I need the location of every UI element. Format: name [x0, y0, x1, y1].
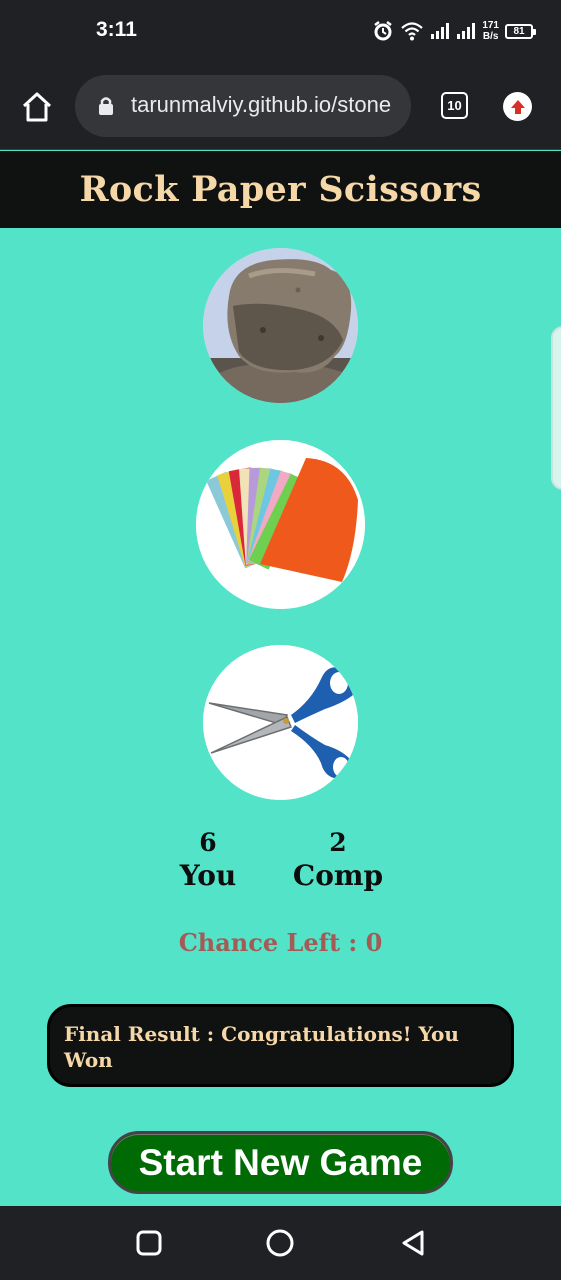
chance-left: Chance Left : 0: [0, 928, 561, 957]
address-bar[interactable]: tarunmalviy.github.io/stone: [75, 75, 411, 137]
score-you-label: You: [179, 859, 237, 892]
navigation-bar: [0, 1206, 561, 1280]
home-icon[interactable]: [20, 90, 54, 124]
signal-icon: [430, 22, 450, 40]
battery-icon: 81: [505, 23, 536, 39]
scissors-image[interactable]: [203, 645, 358, 800]
lock-icon[interactable]: [98, 96, 114, 120]
triangle-back-icon[interactable]: [398, 1228, 428, 1258]
status-icons: 171 B/s 81: [372, 14, 536, 48]
chance-left-text: Chance Left : 0: [178, 928, 383, 957]
circle-icon[interactable]: [265, 1228, 295, 1258]
tabs-icon[interactable]: 10: [441, 92, 468, 119]
alarm-icon: [372, 20, 394, 42]
wifi-icon: [400, 20, 424, 42]
update-arrow-icon[interactable]: [503, 92, 532, 121]
network-speed: 171 B/s: [482, 20, 499, 42]
paper-choice[interactable]: [196, 440, 365, 609]
battery-level: 81: [513, 25, 525, 37]
start-new-game-button[interactable]: Start New Game: [108, 1131, 453, 1194]
square-icon[interactable]: [134, 1228, 164, 1258]
scissors-choice[interactable]: [203, 645, 358, 800]
status-time: 3:11: [96, 18, 137, 41]
score-you: 6 You: [168, 826, 248, 892]
score-comp: 2 Comp: [288, 826, 388, 892]
rock-image[interactable]: [203, 248, 358, 403]
rock-choice[interactable]: [203, 248, 358, 403]
browser-toolbar: tarunmalviy.github.io/stone 10: [0, 62, 561, 150]
final-result-box: Final Result : Congratulations! You Won: [47, 1004, 514, 1087]
score-comp-label: Comp: [292, 859, 384, 892]
url-text[interactable]: tarunmalviy.github.io/stone: [131, 92, 401, 118]
signal-icon: [456, 22, 476, 40]
final-result-text: Final Result : Congratulations! You Won: [64, 1022, 459, 1072]
page-edge-handle[interactable]: [551, 326, 561, 490]
paper-image[interactable]: [196, 440, 365, 609]
page-title: Rock Paper Scissors: [79, 169, 482, 210]
score-you-value: 6: [199, 828, 217, 857]
page-header: Rock Paper Scissors: [0, 151, 561, 228]
score-comp-value: 2: [329, 828, 347, 857]
status-bar: 3:11 171 B/s 81: [0, 0, 561, 62]
